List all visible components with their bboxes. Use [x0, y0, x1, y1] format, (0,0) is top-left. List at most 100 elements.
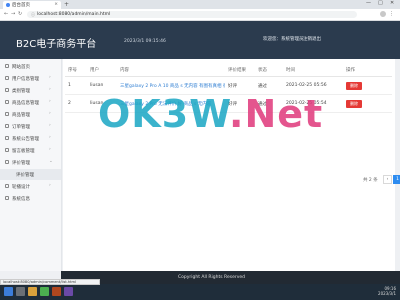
back-icon[interactable]: ← — [4, 11, 8, 17]
table-header-row: 序号 用户 内容 评价结果 状态 时间 操作 — [65, 63, 392, 77]
sidebar-item-users[interactable]: 用户信息管理 › — [0, 73, 61, 84]
sidebar: 网站首页 用户信息管理 › 类别管理 › 商品信息管理 › 商品管理 › 订单管… — [0, 59, 62, 271]
product-icon — [5, 100, 9, 104]
start-icon[interactable] — [4, 287, 13, 296]
chevron-right-icon: › — [49, 183, 51, 188]
user-icon — [5, 76, 9, 80]
favicon-icon — [6, 3, 10, 7]
chevron-right-icon: › — [49, 111, 51, 116]
chevron-right-icon: › — [49, 123, 51, 128]
chevron-right-icon: › — [49, 75, 51, 80]
message-icon — [5, 148, 9, 152]
sidebar-item-carousel[interactable]: 轮播设计 › — [0, 181, 61, 192]
chevron-right-icon: › — [49, 87, 51, 92]
maximize-icon[interactable]: □ — [378, 0, 383, 6]
chevron-right-icon: › — [49, 147, 51, 152]
chrome-icon[interactable] — [40, 287, 49, 296]
sidebar-item-label: 类别管理 — [12, 89, 30, 94]
chevron-down-icon: ⌄ — [49, 159, 53, 164]
url-field[interactable]: ⓘ localhost:8080/admin/main.html — [27, 11, 357, 18]
close-tab-icon[interactable]: × — [54, 2, 58, 7]
sidebar-item-messages[interactable]: 留言板管理 › — [0, 145, 61, 156]
system-clock[interactable]: 09:16 2023/3/1 — [378, 286, 396, 296]
taskbar-app-icon[interactable] — [16, 287, 25, 296]
sidebar-item-label: 系统公告管理 — [12, 137, 39, 142]
app-header: B2C电子商务平台 2023/3/1 09:15:46 欢迎您：系统管理员 注销… — [0, 21, 400, 59]
sidebar-item-label: 商品管理 — [12, 113, 30, 118]
box-icon — [5, 112, 9, 116]
sidebar-item-reviews[interactable]: 评价管理 ⌄ — [0, 157, 61, 168]
sidebar-item-label: 轮播设计 — [12, 185, 30, 190]
browser-status-bar: localhost:8080/admin/comment/list.html — [0, 279, 100, 285]
delete-button[interactable]: 删除 — [346, 99, 362, 108]
brand-title: B2C电子商务平台 — [16, 39, 97, 50]
info-icon — [5, 196, 9, 200]
review-icon — [5, 160, 9, 164]
taskbar-app-icon[interactable] — [64, 287, 73, 296]
order-icon — [5, 124, 9, 128]
cell-index: 1 — [65, 76, 87, 95]
site-info-icon[interactable]: ⓘ — [31, 12, 35, 18]
category-icon — [5, 88, 9, 92]
os-taskbar: 09:16 2023/3/1 — [0, 284, 400, 300]
sidebar-item-orders[interactable]: 订单管理 › — [0, 121, 61, 132]
address-bar: ← → ↻ ⓘ localhost:8080/admin/main.html ⋮ — [0, 9, 400, 21]
sidebar-item-label: 订单管理 — [12, 125, 30, 130]
column-header: 操作 — [343, 63, 392, 77]
delete-button[interactable]: 删除 — [346, 81, 362, 90]
column-header: 用户 — [87, 63, 117, 77]
clock-date: 2023/3/1 — [378, 291, 396, 296]
watermark-text: OK3W — [98, 92, 230, 136]
browser-tab[interactable]: 后台首页 × — [3, 1, 61, 9]
sidebar-item-label: 网站首页 — [12, 65, 30, 70]
column-header: 评价结果 — [225, 63, 255, 77]
sidebar-item-announcements[interactable]: 系统公告管理 › — [0, 133, 61, 144]
minimize-icon[interactable]: — — [366, 0, 371, 6]
column-header: 状态 — [255, 63, 283, 77]
status-url: localhost:8080/admin/comment/list.html — [3, 280, 77, 284]
watermark-text: .Net — [229, 92, 324, 136]
sidebar-item-label: 用户信息管理 — [12, 77, 39, 82]
browser-tab-bar: 后台首页 × + — □ ✕ — [0, 0, 400, 9]
new-tab-icon[interactable]: + — [64, 1, 69, 8]
sidebar-item-label: 评价管理 — [16, 173, 34, 178]
url-text: localhost:8080/admin/main.html — [37, 12, 111, 17]
taskbar-app-icon[interactable] — [52, 287, 61, 296]
sidebar-item-label: 评价管理 — [12, 161, 30, 166]
prev-page-button[interactable]: ‹ — [383, 175, 392, 184]
announcement-icon — [5, 136, 9, 140]
sidebar-item-categories[interactable]: 类别管理 › — [0, 85, 61, 96]
sidebar-item-label: 商品信息管理 — [12, 101, 39, 106]
sidebar-item-label: 系统信息 — [12, 197, 30, 202]
copyright-text: Copyright All Rights Reserved — [178, 275, 245, 280]
image-icon — [5, 184, 9, 188]
welcome-text: 欢迎您：系统管理员 — [263, 37, 304, 42]
home-icon — [5, 64, 9, 68]
forward-icon[interactable]: → — [11, 11, 15, 17]
sidebar-item-home[interactable]: 网站首页 — [0, 61, 61, 72]
window-close-icon[interactable]: ✕ — [390, 0, 394, 6]
logout-link[interactable]: 注销退出 — [303, 36, 321, 42]
reload-icon[interactable]: ↻ — [18, 11, 22, 17]
folder-icon[interactable] — [28, 287, 37, 296]
page-number-button[interactable]: 1 — [393, 175, 400, 184]
sidebar-item-label: 留言板管理 — [12, 149, 35, 154]
cell-action: 删除 — [343, 76, 392, 95]
sidebar-subitem-reviews[interactable]: 评价管理 — [0, 169, 61, 180]
sidebar-item-product-info[interactable]: 商品信息管理 › — [0, 97, 61, 108]
watermark: OK3W.Net — [98, 92, 323, 136]
page-footer: Copyright All Rights Reserved — [61, 271, 400, 284]
content-panel: 序号 用户 内容 评价结果 状态 时间 操作 1 liusan 三星galaxy… — [63, 59, 400, 271]
column-header: 序号 — [65, 63, 87, 77]
chevron-right-icon: › — [49, 135, 51, 140]
sidebar-item-products[interactable]: 商品管理 › — [0, 109, 61, 120]
header-clock: 2023/3/1 09:15:46 — [124, 39, 166, 44]
cell-index: 2 — [65, 94, 87, 113]
cell-action: 删除 — [343, 94, 392, 113]
tab-title: 后台首页 — [12, 3, 30, 8]
profile-avatar[interactable] — [380, 11, 386, 17]
column-header: 内容 — [117, 63, 225, 77]
column-header: 时间 — [283, 63, 343, 77]
sidebar-item-system-info[interactable]: 系统信息 — [0, 193, 61, 204]
browser-menu-icon[interactable]: ⋮ — [389, 11, 394, 17]
